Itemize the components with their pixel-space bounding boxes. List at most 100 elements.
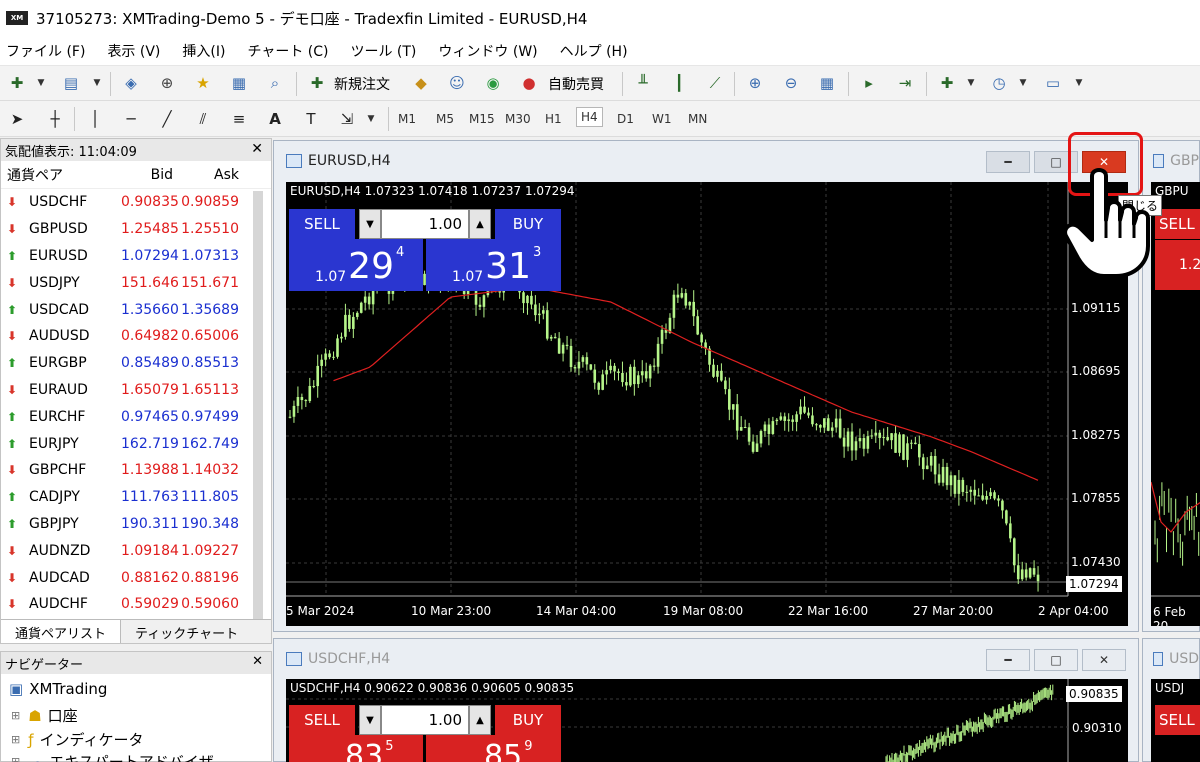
market-watch-row[interactable]: ⬆ EURGBP 0.85489 0.85513 (1, 350, 271, 377)
crosshair-icon[interactable]: ┼ (44, 108, 66, 130)
minimize-button[interactable]: ━ (986, 649, 1030, 671)
market-watch-row[interactable]: ⬇ AUDNZD 1.09184 1.09227 (1, 537, 271, 564)
dropdown-icon[interactable]: ▼ (1012, 72, 1034, 94)
market-watch-row[interactable]: ⬇ GBPUSD 1.25485 1.25510 (1, 216, 271, 243)
market-watch-row[interactable]: ⬇ AUDUSD 0.64982 0.65006 (1, 323, 271, 350)
lot-size-input[interactable]: 1.00 (381, 209, 469, 239)
zoom-out-icon[interactable]: ⊖ (780, 72, 802, 94)
nav-indicators[interactable]: ⊞ ƒ インディケータ (11, 729, 143, 750)
expand-icon[interactable]: ⊞ (11, 709, 20, 722)
lot-size-input[interactable]: 1.00 (381, 705, 469, 735)
vertical-line-icon[interactable]: │ (84, 108, 106, 130)
candlestick-icon[interactable]: ┃ (668, 72, 690, 94)
templates-icon[interactable]: ▭ (1042, 72, 1064, 94)
tf-m1[interactable]: M1 (398, 112, 416, 126)
tf-m5[interactable]: M5 (436, 112, 454, 126)
nav-root[interactable]: ▣ XMTrading (9, 680, 107, 698)
chart-shift-icon[interactable]: ⇥ (894, 72, 916, 94)
tf-w1[interactable]: W1 (652, 112, 672, 126)
expand-icon[interactable]: ⊞ (11, 733, 20, 746)
market-watch-row[interactable]: ⬆ EURJPY 162.719 162.749 (1, 430, 271, 457)
dropdown-icon[interactable]: ▼ (960, 72, 982, 94)
market-watch-row[interactable]: ⬇ USDJPY 151.646 151.671 (1, 269, 271, 296)
horizontal-line-icon[interactable]: ─ (120, 108, 142, 130)
auto-trading-button[interactable]: 自動売買 (548, 74, 604, 94)
market-icon[interactable]: ◉ (482, 72, 504, 94)
nav-accounts[interactable]: ⊞ ☗ 口座 (11, 705, 78, 726)
cursor-icon[interactable]: ➤ (6, 108, 28, 130)
strategy-tester-icon[interactable]: ⌕ (264, 72, 286, 94)
close-icon[interactable]: ✕ (251, 141, 263, 157)
line-chart-icon[interactable]: ⟋ (704, 72, 726, 94)
market-watch-row[interactable]: ⬇ GBPCHF 1.13988 1.14032 (1, 457, 271, 484)
tf-mn[interactable]: MN (688, 112, 707, 126)
expand-icon[interactable]: ⊞ (11, 755, 20, 762)
sell-button[interactable]: SELL (1155, 705, 1200, 735)
channel-icon[interactable]: ⫽ (192, 108, 214, 130)
market-watch-row[interactable]: ⬇ AUDCAD 0.88162 0.88196 (1, 564, 271, 591)
arrows-icon[interactable]: ⇲ (336, 108, 358, 130)
market-watch-row[interactable]: ⬆ GBPJPY 190.311 190.348 (1, 511, 271, 538)
sell-price[interactable]: 83 5 (289, 735, 423, 762)
sell-button[interactable]: SELL (289, 209, 355, 239)
col-bid[interactable]: Bid (121, 167, 173, 183)
dropdown-icon[interactable]: ▼ (1068, 72, 1090, 94)
fibonacci-icon[interactable]: ≡ (228, 108, 250, 130)
usdjpy-plot[interactable]: USDJ SELL (1151, 679, 1200, 762)
market-watch-icon[interactable]: ◈ (120, 72, 142, 94)
scrollbar[interactable] (253, 191, 263, 621)
market-watch-row[interactable]: ⬇ USDCHF 0.90835 0.90859 (1, 189, 271, 216)
maximize-button[interactable]: □ (1034, 649, 1078, 671)
profiles-icon[interactable]: ▤ (60, 72, 82, 94)
menu-view[interactable]: 表示 (V) (107, 41, 160, 61)
tf-m30[interactable]: M30 (505, 112, 531, 126)
periods-clock-icon[interactable]: ◷ (988, 72, 1010, 94)
buy-price[interactable]: 1.07 31 3 (426, 239, 561, 291)
eurusd-plot[interactable]: EURUSD,H4 1.07323 1.07418 1.07237 1.0729… (286, 182, 1128, 626)
tab-tick-chart[interactable]: ティックチャート (121, 620, 252, 643)
trend-line-icon[interactable]: ╱ (156, 108, 178, 130)
tf-d1[interactable]: D1 (617, 112, 634, 126)
col-symbol[interactable]: 通貨ペア (1, 165, 121, 185)
market-watch-row[interactable]: ⬇ AUDCHF 0.59029 0.59060 (1, 591, 271, 618)
usdchf-plot[interactable]: USDCHF,H4 0.90622 0.90836 0.90605 0.9083… (286, 679, 1128, 762)
indicators-icon[interactable]: ✚ (936, 72, 958, 94)
dropdown-icon[interactable]: ▼ (30, 72, 52, 94)
lot-increase-button[interactable]: ▲ (469, 209, 491, 239)
metaeditor-icon[interactable]: ◆ (410, 72, 432, 94)
menu-window[interactable]: ウィンドウ (W) (438, 41, 537, 61)
tile-windows-icon[interactable]: ▦ (816, 72, 838, 94)
auto-trading-icon[interactable]: ● (518, 72, 540, 94)
zoom-in-icon[interactable]: ⊕ (744, 72, 766, 94)
market-watch-row[interactable]: ⬆ EURCHF 0.97465 0.97499 (1, 403, 271, 430)
gbpusd-plot[interactable]: GBPU SELL 1.2 6 Feb 20 (1151, 182, 1200, 626)
nav-experts[interactable]: ⊞ ☁ エキスパートアドバイザ (11, 751, 214, 762)
menu-insert[interactable]: 挿入(I) (182, 41, 225, 61)
new-order-icon[interactable]: ✚ (306, 72, 328, 94)
new-order-button[interactable]: 新規注文 (334, 74, 390, 94)
buy-button[interactable]: BUY (495, 209, 561, 239)
tab-symbols[interactable]: 通貨ペアリスト (1, 620, 122, 643)
text-label-icon[interactable]: T (300, 108, 322, 130)
menu-file[interactable]: ファイル (F) (6, 41, 85, 61)
sell-price[interactable]: 1.07 29 4 (289, 239, 423, 291)
close-button[interactable]: ✕ (1082, 649, 1126, 671)
auto-scroll-icon[interactable]: ▸ (858, 72, 880, 94)
market-watch-row[interactable]: ⬇ EURAUD 1.65079 1.65113 (1, 377, 271, 404)
tf-h4[interactable]: H4 (576, 107, 603, 127)
terminal-icon[interactable]: ▦ (228, 72, 250, 94)
signals-icon[interactable]: ☺ (446, 72, 468, 94)
new-chart-icon[interactable]: ✚ (6, 72, 28, 94)
dropdown-icon[interactable]: ▼ (86, 72, 108, 94)
dropdown-icon[interactable]: ▼ (360, 108, 382, 130)
lot-decrease-button[interactable]: ▼ (359, 705, 381, 735)
tf-h1[interactable]: H1 (545, 112, 562, 126)
menu-chart[interactable]: チャート (C) (247, 41, 328, 61)
menu-tools[interactable]: ツール (T) (350, 41, 416, 61)
market-watch-row[interactable]: ⬆ CADJPY 111.763 111.805 (1, 484, 271, 511)
menu-help[interactable]: ヘルプ (H) (560, 41, 628, 61)
market-watch-row[interactable]: ⬆ USDCAD 1.35660 1.35689 (1, 296, 271, 323)
bar-chart-icon[interactable]: ╨ (632, 72, 654, 94)
buy-price[interactable]: 85 9 (426, 735, 561, 762)
navigator-star-icon[interactable]: ★ (192, 72, 214, 94)
